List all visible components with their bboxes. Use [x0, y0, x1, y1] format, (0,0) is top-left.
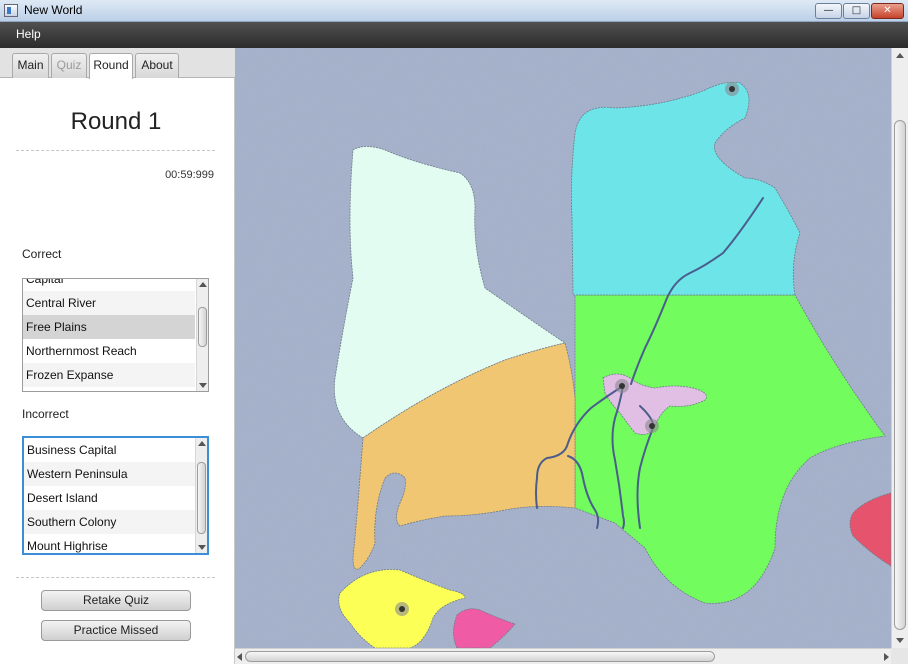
scroll-up-icon[interactable]: [199, 282, 207, 287]
incorrect-label: Incorrect: [22, 407, 69, 421]
list-item[interactable]: Mount Highrise: [24, 534, 196, 553]
list-item[interactable]: Free Plains: [23, 315, 195, 339]
application-window: New World — □ ✕ Help Main Quiz Round Abo…: [0, 0, 908, 664]
scroll-up-icon[interactable]: [896, 53, 904, 58]
incorrect-list-scrollbar[interactable]: [195, 438, 207, 553]
map-horizontal-scrollbar[interactable]: [235, 648, 891, 664]
scroll-down-icon[interactable]: [896, 638, 904, 643]
scroll-right-icon[interactable]: [884, 653, 889, 661]
window-title: New World: [24, 3, 83, 17]
minimize-icon: —: [823, 5, 834, 16]
map-viewport[interactable]: [235, 48, 891, 648]
list-item[interactable]: Western Peninsula: [24, 462, 196, 486]
list-item[interactable]: Desert Island: [24, 486, 196, 510]
scroll-thumb[interactable]: [197, 462, 206, 534]
scroll-thumb[interactable]: [198, 307, 207, 347]
city-marker[interactable]: [649, 423, 655, 429]
tab-quiz: Quiz: [51, 53, 87, 78]
maximize-button[interactable]: □: [843, 3, 870, 19]
scroll-up-icon[interactable]: [198, 441, 206, 446]
scroll-thumb[interactable]: [245, 651, 715, 662]
world-map[interactable]: [235, 48, 891, 648]
round-timer: 00:59:999: [165, 169, 214, 181]
scroll-down-icon[interactable]: [199, 383, 207, 388]
maximize-icon: □: [851, 5, 862, 16]
incorrect-list[interactable]: Business Capital Western Peninsula Deser…: [22, 436, 209, 555]
menu-bar: Help: [0, 22, 908, 48]
round-title: Round 1: [70, 108, 162, 135]
scroll-thumb[interactable]: [894, 120, 906, 630]
tab-round[interactable]: Round: [89, 53, 133, 79]
list-item[interactable]: Business Capital: [24, 438, 196, 462]
list-item[interactable]: Southern Colony: [24, 510, 196, 534]
retake-quiz-button[interactable]: Retake Quiz: [41, 590, 191, 611]
list-item[interactable]: Capital: [23, 279, 195, 291]
close-icon: ✕: [883, 5, 892, 16]
minimize-button[interactable]: —: [815, 3, 842, 19]
list-item[interactable]: Central River: [23, 291, 195, 315]
list-item[interactable]: Northernmost Reach: [23, 339, 195, 363]
title-bar[interactable]: New World — □ ✕: [0, 0, 908, 22]
practice-missed-button[interactable]: Practice Missed: [41, 620, 191, 641]
close-button[interactable]: ✕: [871, 3, 904, 19]
tab-bar: Main Quiz Round About: [0, 48, 235, 79]
menu-help[interactable]: Help: [16, 27, 41, 41]
tab-about[interactable]: About: [135, 53, 179, 78]
list-item[interactable]: Frozen Expanse: [23, 363, 195, 387]
correct-list[interactable]: Capital Central River Free Plains Northe…: [22, 278, 209, 392]
divider: [16, 150, 215, 151]
divider: [16, 577, 215, 578]
scrollbar-corner: [891, 648, 908, 664]
map-vertical-scrollbar[interactable]: [891, 48, 908, 648]
correct-label: Correct: [22, 247, 62, 261]
scroll-down-icon[interactable]: [198, 545, 206, 550]
correct-list-scrollbar[interactable]: [196, 279, 208, 391]
city-marker[interactable]: [729, 86, 735, 92]
city-marker[interactable]: [399, 606, 405, 612]
tab-main[interactable]: Main: [12, 53, 49, 78]
city-marker[interactable]: [619, 383, 625, 389]
scroll-left-icon[interactable]: [237, 653, 242, 661]
sidebar-panel: Main Quiz Round About Round 1 00:59:999 …: [0, 48, 235, 664]
app-icon: [4, 4, 18, 17]
